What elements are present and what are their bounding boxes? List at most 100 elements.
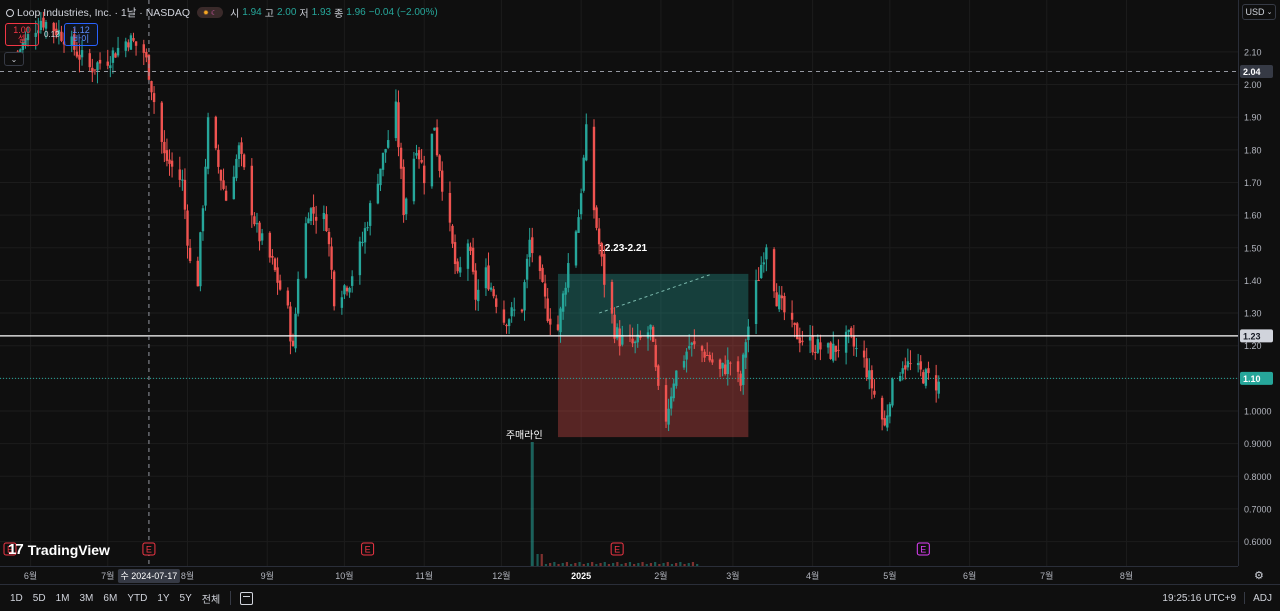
buy-button[interactable]: 1.12 바이 xyxy=(64,23,98,46)
earnings-marker[interactable]: E xyxy=(916,542,930,556)
candle xyxy=(880,395,884,431)
candle xyxy=(502,300,506,326)
candle-body xyxy=(384,149,387,153)
range-button-6m[interactable]: 6M xyxy=(98,593,122,604)
candle-body xyxy=(657,365,660,386)
candle xyxy=(307,212,310,224)
candle-body xyxy=(724,364,727,375)
candle-body xyxy=(474,270,477,300)
candle-body xyxy=(687,346,691,349)
gear-icon[interactable]: ⚙ xyxy=(1254,569,1264,582)
candle-body xyxy=(783,295,786,313)
clock[interactable]: 19:25:16 UTC+9 xyxy=(1162,593,1236,604)
high-value: 2.00 xyxy=(276,7,297,18)
candle xyxy=(438,154,441,178)
candle xyxy=(386,130,390,149)
candle-body xyxy=(865,358,868,378)
candle-body xyxy=(855,348,858,350)
earnings-marker[interactable]: E xyxy=(142,542,156,556)
candle-body xyxy=(765,247,768,260)
range-button-1d[interactable]: 1D xyxy=(5,593,28,604)
candle-body xyxy=(850,328,853,335)
candle-body xyxy=(811,335,814,353)
earnings-marker-label: E xyxy=(146,545,152,555)
candle-body xyxy=(579,193,583,215)
candle-body xyxy=(420,159,423,163)
candle xyxy=(505,323,508,334)
candle-body xyxy=(796,323,799,340)
time-axis[interactable]: 6월 7월 8월 9월 10월 11월 12월 2025 2월 3월 4월 5월 6월 7월 8월 수 202… xyxy=(0,566,1238,584)
candle xyxy=(160,100,163,154)
candle-body xyxy=(75,51,79,57)
candle-body xyxy=(507,319,511,327)
chart-area[interactable]: 12.23-2.21 주매라인 E E E E E Loop Industries, Inc… xyxy=(0,0,1238,566)
candlestick-chart[interactable]: 12.23-2.21주매라인E E E E E xyxy=(0,0,1238,566)
tradingview-logo-text: TradingView xyxy=(27,541,110,558)
tradingview-logo[interactable]: 17 TradingView xyxy=(8,541,110,558)
candle-body xyxy=(891,378,894,406)
candle xyxy=(402,159,405,223)
sell-button[interactable]: 1.00 셀 xyxy=(5,23,39,46)
tradingview-logo-icon: 17 xyxy=(8,541,24,558)
candle-body xyxy=(253,216,256,225)
candle-body xyxy=(381,152,385,170)
candle-body xyxy=(271,255,274,258)
candle xyxy=(384,148,387,163)
candle xyxy=(224,185,228,202)
candle xyxy=(456,258,459,274)
candle xyxy=(778,285,781,312)
candle xyxy=(327,228,331,257)
candle-body xyxy=(402,166,405,216)
candle-body xyxy=(798,337,802,344)
price-tick-label: 1.70 xyxy=(1244,178,1262,188)
candle-body xyxy=(700,346,704,351)
price-axis[interactable]: 2.10 2.00 1.90 1.80 1.70 1.60 1.50 1.40 1.30 1.20… xyxy=(1238,0,1280,580)
candle xyxy=(366,221,369,232)
range-button-전체[interactable]: 전체 xyxy=(197,591,225,606)
collapse-legend-button[interactable]: ⌄ xyxy=(4,52,24,66)
candle-body xyxy=(222,180,225,189)
range-button-3m[interactable]: 3M xyxy=(75,593,99,604)
adj-button[interactable]: ADJ xyxy=(1253,593,1272,604)
earnings-marker[interactable]: E xyxy=(610,542,624,556)
candle-body xyxy=(922,372,925,384)
candle-body xyxy=(718,359,722,370)
candle-body xyxy=(886,415,889,428)
calendar-icon[interactable] xyxy=(240,591,254,605)
candle-body xyxy=(934,375,938,391)
currency-button[interactable]: USD ⌄ xyxy=(1242,4,1276,20)
candle-body xyxy=(790,312,794,320)
candle xyxy=(543,274,547,309)
candle xyxy=(235,154,238,182)
range-button-5y[interactable]: 5Y xyxy=(175,593,197,604)
symbol-title[interactable]: Loop Industries, Inc. · 1날 · NASDAQ xyxy=(17,5,190,20)
candle-body xyxy=(880,397,884,420)
candle-body xyxy=(232,176,236,200)
candle xyxy=(780,286,784,311)
candle-body xyxy=(397,102,400,148)
range-button-1m[interactable]: 1M xyxy=(51,593,75,604)
session-badge[interactable]: ✹ ☾ xyxy=(197,7,224,18)
candle-body xyxy=(80,50,84,58)
time-tick-label: 9월 xyxy=(261,570,274,581)
earnings-marker[interactable]: E xyxy=(361,542,375,556)
candle-body xyxy=(327,231,331,245)
candle-body xyxy=(422,165,426,184)
candle xyxy=(793,322,796,338)
range-button-ytd[interactable]: YTD xyxy=(122,593,152,604)
candle-body xyxy=(870,370,874,389)
candle-body xyxy=(109,65,112,69)
range-button-5d[interactable]: 5D xyxy=(28,593,51,604)
candle xyxy=(222,168,225,191)
candle xyxy=(363,222,367,254)
candle-body xyxy=(762,262,765,265)
range-button-1y[interactable]: 1Y xyxy=(152,593,174,604)
price-axis-scale[interactable]: 2.10 2.00 1.90 1.80 1.70 1.60 1.50 1.40 1.30 1.20… xyxy=(1239,0,1280,580)
candle xyxy=(91,58,94,83)
candle-body xyxy=(703,351,706,358)
time-axis-scale[interactable]: 6월 7월 8월 9월 10월 11월 12월 2025 2월 3월 4월 5월 6월 7월 8월수 202… xyxy=(0,567,1238,585)
candle xyxy=(348,286,351,298)
candle-body xyxy=(441,170,444,192)
candle-body xyxy=(834,345,838,352)
candle-body xyxy=(343,285,346,295)
